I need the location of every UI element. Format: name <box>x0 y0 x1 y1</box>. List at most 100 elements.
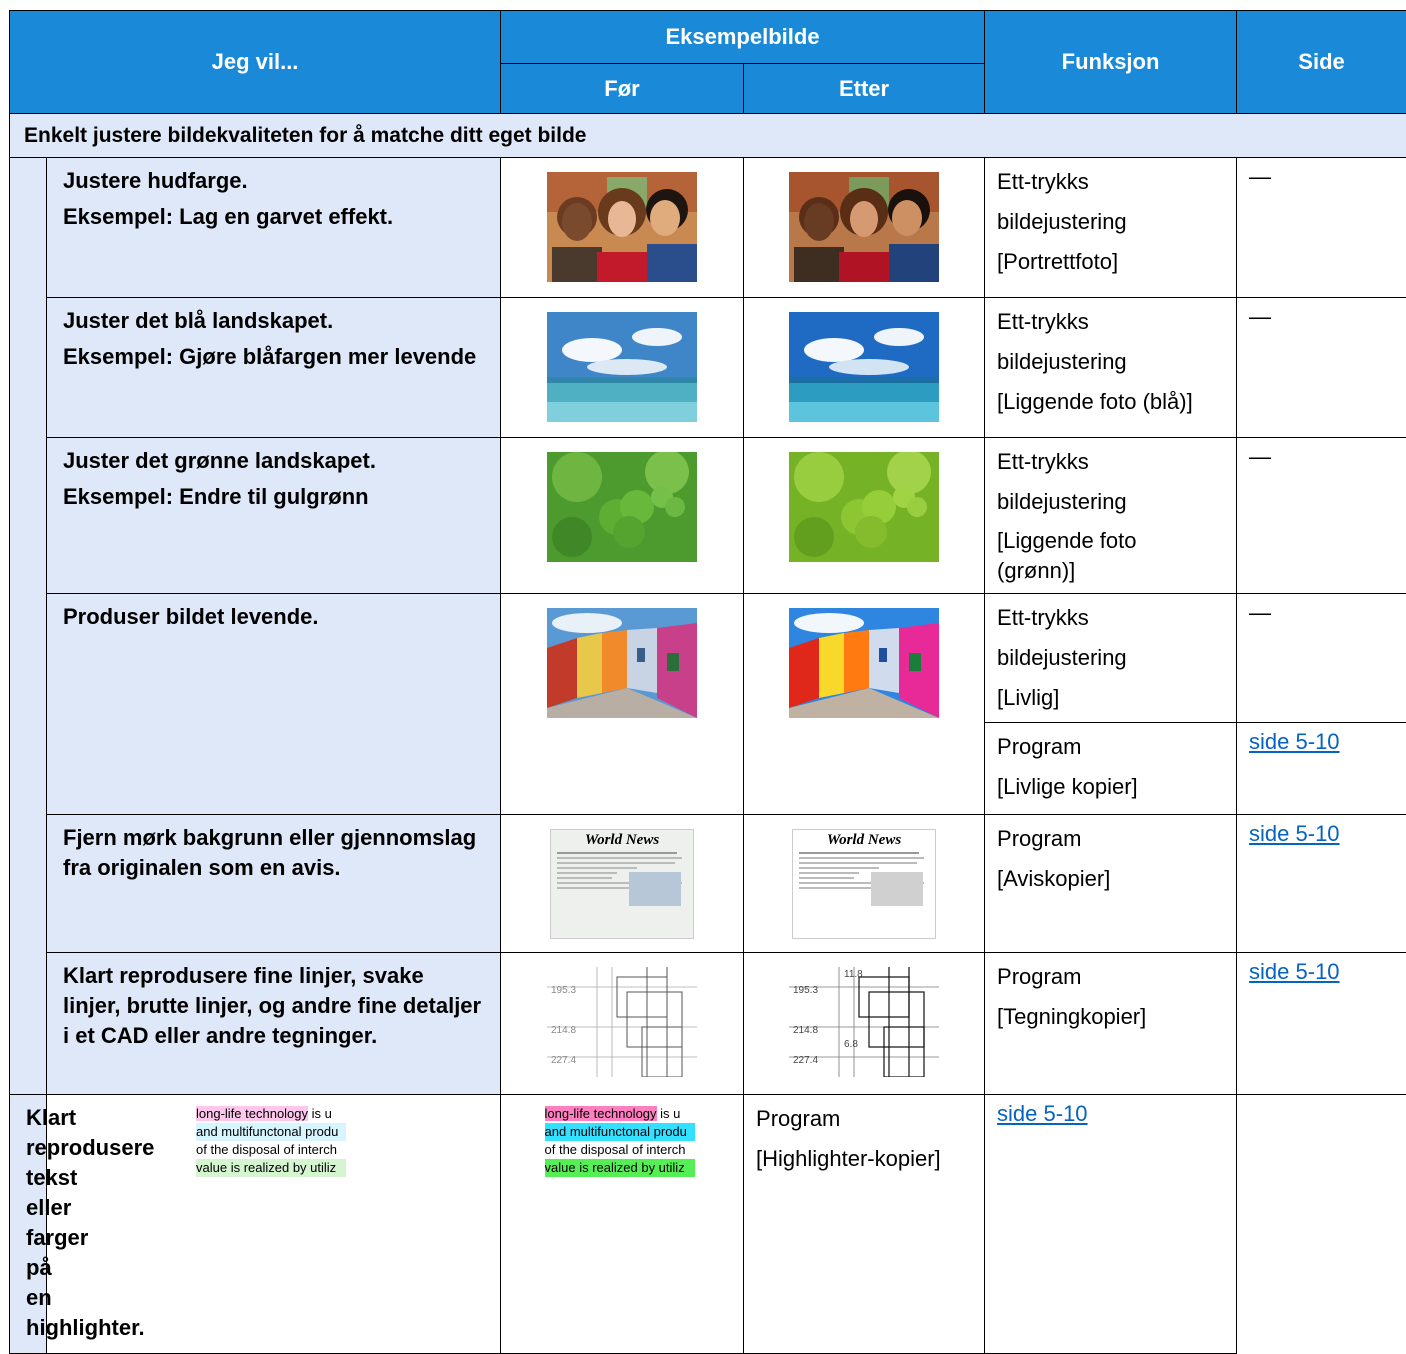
function-line: [Aviskopier] <box>997 859 1224 899</box>
before-image-cell: long-life technology is u and multifunct… <box>47 1095 501 1354</box>
newspaper-before-image: World News <box>550 829 694 939</box>
want-text: Fjern mørk bakgrunn eller gjennomslag fr… <box>63 823 486 883</box>
feature-table: Jeg vil... Eksempelbilde Funksjon Side F… <box>9 10 1406 1354</box>
page-link[interactable]: side 5-10 <box>1249 729 1340 754</box>
before-image-cell <box>501 594 744 815</box>
table-row: Juster det blå landskapet. Eksempel: Gjø… <box>10 298 1406 438</box>
function-line: [Tegningkopier] <box>997 997 1224 1037</box>
page-cell: — <box>1237 298 1406 438</box>
page-cell: side 5-10 <box>1237 723 1406 815</box>
want-text: Juster det blå landskapet. <box>63 306 486 336</box>
houses-before-image <box>547 608 697 718</box>
function-line: (grønn)] <box>997 556 1224 586</box>
function-cell: Program [Highlighter-kopier] <box>744 1095 985 1354</box>
function-line: [Liggende foto <box>997 526 1224 556</box>
cad-label: 214.8 <box>793 1025 818 1036</box>
function-cell: Ett-trykks bildejustering [Liggende foto… <box>985 438 1237 594</box>
after-image-cell: 195.3 214.8 227.4 11.8 6.8 <box>744 953 985 1095</box>
newspaper-after-image: World News <box>792 829 936 939</box>
want-cell: Produser bildet levende. <box>47 594 501 815</box>
newspaper-title: World News <box>793 832 935 849</box>
want-text: Justere hudfarge. <box>63 166 486 196</box>
blue-landscape-before-image <box>547 312 697 422</box>
function-line: Program <box>756 1099 972 1139</box>
cad-label: 227.4 <box>551 1055 576 1066</box>
function-line: [Highlighter-kopier] <box>756 1139 972 1179</box>
header-page: Side <box>1237 11 1406 114</box>
table-row: Fjern mørk bakgrunn eller gjennomslag fr… <box>10 815 1406 953</box>
cad-before-image: 195.3 214.8 227.4 <box>547 967 697 1077</box>
function-line: [Liggende foto (blå)] <box>997 382 1224 422</box>
table-row: Klart reprodusere fine linjer, svake lin… <box>10 953 1406 1095</box>
want-cell: Justere hudfarge. Eksempel: Lag en garve… <box>47 158 501 298</box>
function-line: Ett-trykks <box>997 162 1224 202</box>
houses-after-image <box>789 608 939 718</box>
before-image-cell: 195.3 214.8 227.4 <box>501 953 744 1095</box>
function-cell: Ett-trykks bildejustering [Portrettfoto] <box>985 158 1237 298</box>
section-row: Enkelt justere bildekvaliteten for å mat… <box>10 114 1406 158</box>
before-image-cell <box>501 298 744 438</box>
before-image-cell <box>501 438 744 594</box>
after-image-cell <box>744 594 985 815</box>
header-function: Funksjon <box>985 11 1237 114</box>
function-line: Program <box>997 727 1224 767</box>
want-cell: Juster det grønne landskapet. Eksempel: … <box>47 438 501 594</box>
green-clover-after-image <box>789 452 939 562</box>
page-link[interactable]: side 5-10 <box>1249 821 1340 846</box>
green-clover-before-image <box>547 452 697 562</box>
function-line: bildejustering <box>997 342 1224 382</box>
cad-label: 6.8 <box>844 1039 858 1050</box>
cad-label: 195.3 <box>551 985 576 996</box>
highlighter-line: long-life technology is u <box>196 1105 346 1123</box>
want-cell: Juster det blå landskapet. Eksempel: Gjø… <box>47 298 501 438</box>
want-text: Produser bildet levende. <box>63 602 486 632</box>
highlighter-line: of the disposal of interch <box>545 1141 695 1159</box>
highlighter-before-image: long-life technology is u and multifunct… <box>196 1105 351 1215</box>
function-cell: Ett-trykks bildejustering [Livlig] <box>985 594 1237 723</box>
cad-label: 11.8 <box>844 969 863 980</box>
cad-label: 227.4 <box>793 1055 818 1066</box>
cad-label: 195.3 <box>793 985 818 996</box>
highlighter-line: and multifunctonal produ <box>545 1123 695 1141</box>
after-image-cell: long-life technology is u and multifunct… <box>501 1095 744 1354</box>
function-line: [Livlig] <box>997 678 1224 718</box>
newspaper-title: World News <box>551 832 693 849</box>
page-cell: side 5-10 <box>985 1095 1237 1354</box>
section-title: Enkelt justere bildekvaliteten for å mat… <box>10 114 1406 158</box>
function-cell: Program [Livlige kopier] <box>985 723 1237 815</box>
table-row: Klart reprodusere tekst eller farger på … <box>10 1095 1406 1354</box>
after-image-cell <box>744 158 985 298</box>
want-example: Eksempel: Lag en garvet effekt. <box>63 202 486 232</box>
header-before: Før <box>501 64 744 114</box>
function-cell: Program [Aviskopier] <box>985 815 1237 953</box>
header-after: Etter <box>744 64 985 114</box>
highlighter-line: and multifunctonal produ <box>196 1123 346 1141</box>
page-link[interactable]: side 5-10 <box>1249 959 1340 984</box>
portrait-before-image <box>547 172 697 282</box>
function-line: bildejustering <box>997 638 1224 678</box>
after-image-cell <box>744 438 985 594</box>
highlighter-line: of the disposal of interch <box>196 1141 346 1159</box>
want-cell: Klart reprodusere fine linjer, svake lin… <box>47 953 501 1095</box>
cad-after-image: 195.3 214.8 227.4 11.8 6.8 <box>789 967 939 1077</box>
table-row: Produser bildet levende. <box>10 594 1406 723</box>
page-cell: side 5-10 <box>1237 815 1406 953</box>
want-example: Eksempel: Gjøre blåfargen mer levende <box>63 342 486 372</box>
highlighter-line: long-life technology is u <box>545 1105 695 1123</box>
cad-label: 214.8 <box>551 1025 576 1036</box>
page-link[interactable]: side 5-10 <box>997 1101 1088 1126</box>
header-example: Eksempelbilde <box>501 11 985 64</box>
function-line: Ett-trykks <box>997 442 1224 482</box>
function-line: [Livlige kopier] <box>997 767 1224 807</box>
want-text: Klart reprodusere tekst eller farger på … <box>26 1103 32 1343</box>
want-text: Juster det grønne landskapet. <box>63 446 486 476</box>
highlighter-line: value is realized by utiliz <box>545 1159 695 1177</box>
function-line: bildejustering <box>997 202 1224 242</box>
function-line: Ett-trykks <box>997 302 1224 342</box>
page-cell: — <box>1237 438 1406 594</box>
function-line: Program <box>997 957 1224 997</box>
function-cell: Ett-trykks bildejustering [Liggende foto… <box>985 298 1237 438</box>
function-line: Ett-trykks <box>997 598 1224 638</box>
page-cell: — <box>1237 594 1406 723</box>
want-example: Eksempel: Endre til gulgrønn <box>63 482 486 512</box>
